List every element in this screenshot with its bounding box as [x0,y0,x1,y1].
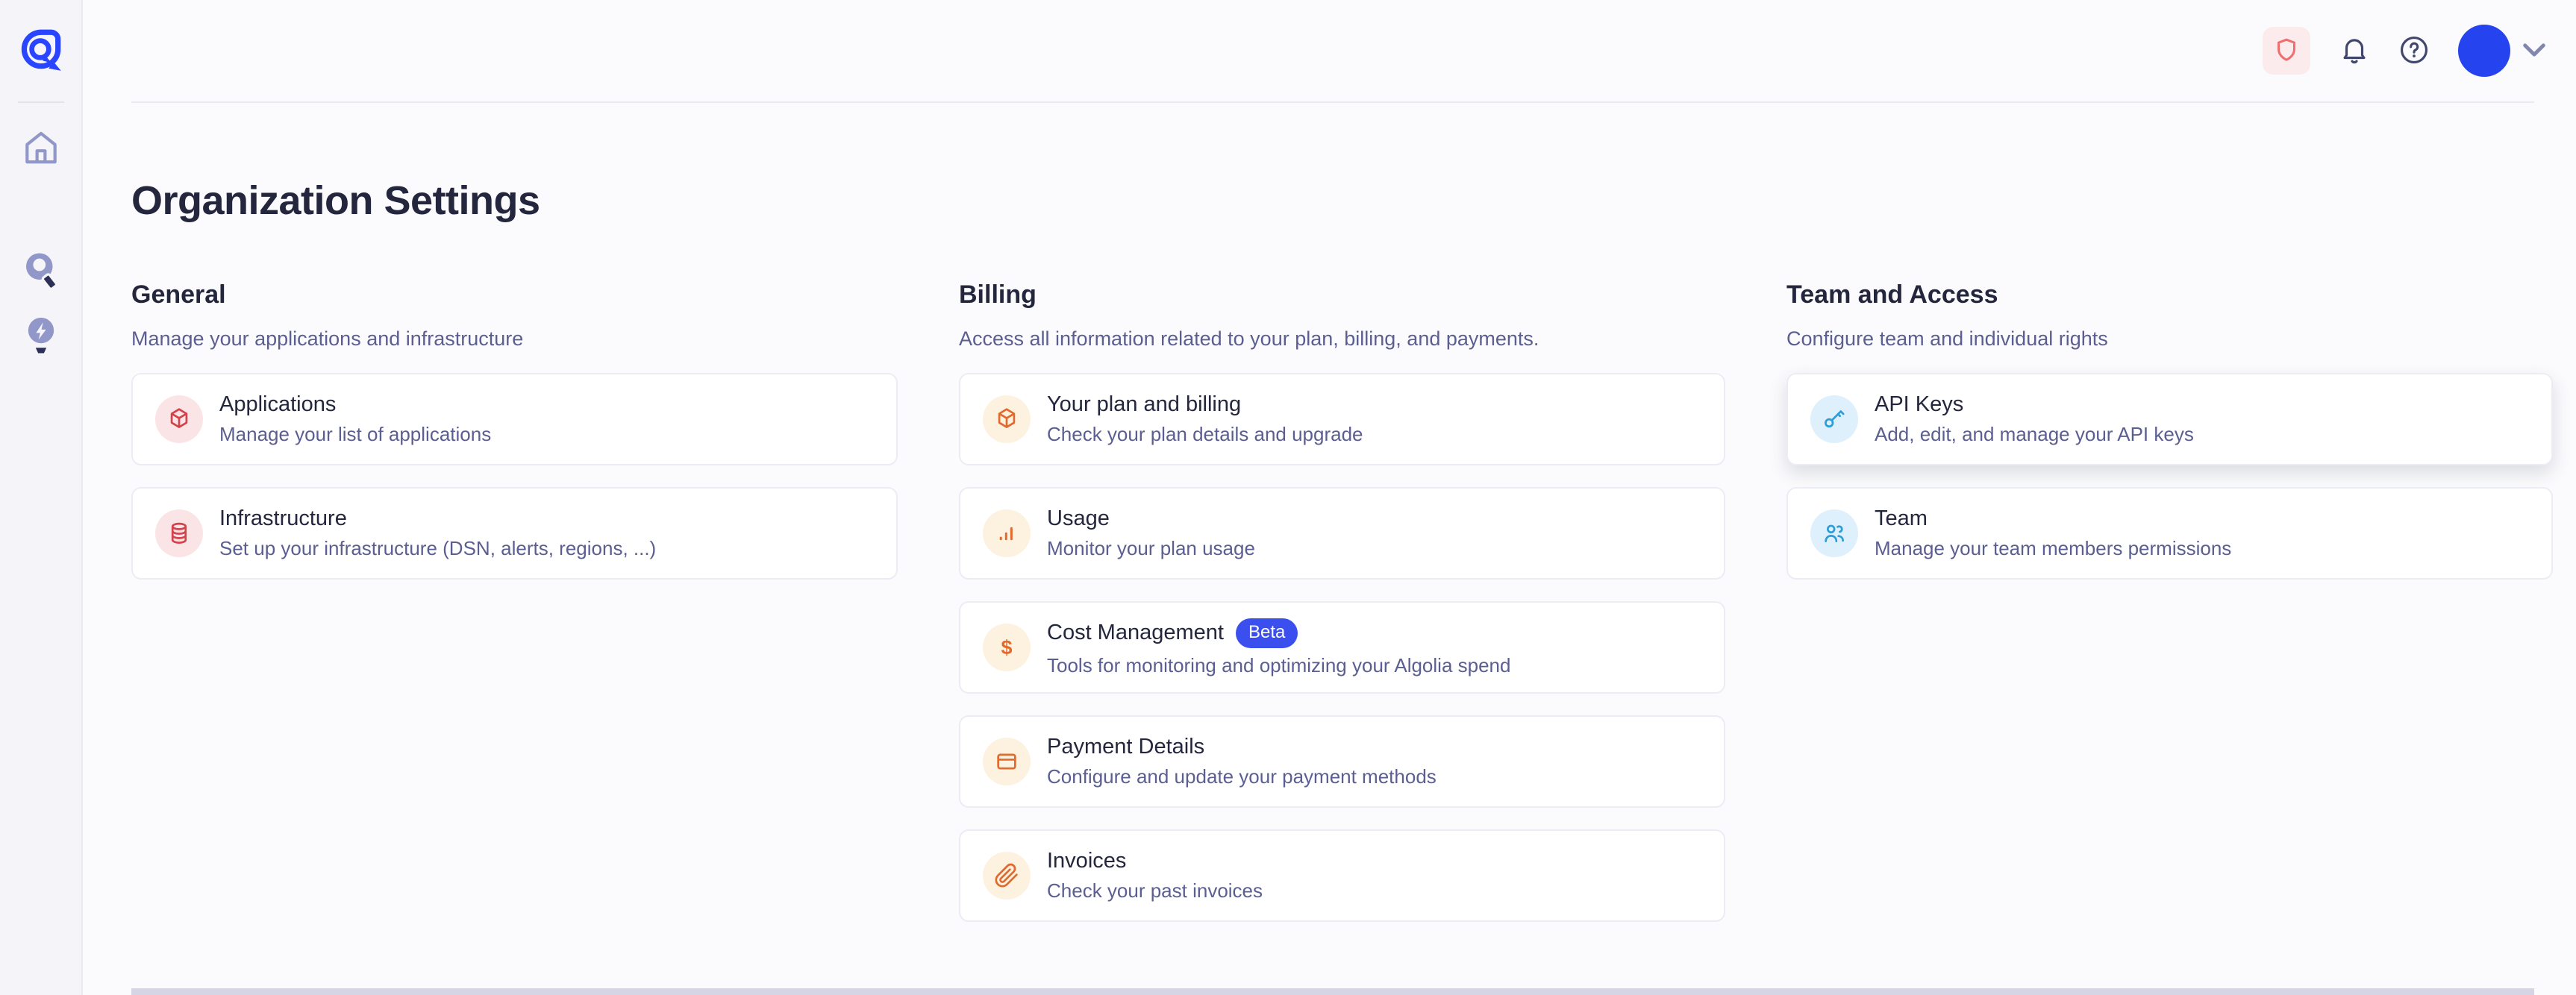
section-subtitle: Manage your applications and infrastruct… [131,327,898,351]
card-subtitle: Configure and update your payment method… [1047,765,1437,788]
card-title: Invoices [1047,849,1126,873]
card-title: Cost Management [1047,621,1224,645]
settings-card-applications[interactable]: Applications Manage your list of applica… [131,373,898,465]
card-subtitle: Tools for monitoring and optimizing your… [1047,654,1510,677]
home-icon [20,127,62,171]
notifications-button[interactable] [2339,34,2370,69]
sidebar-item-search[interactable] [21,250,61,297]
card-title: Your plan and billing [1047,392,1241,417]
section-general: General Manage your applications and inf… [131,280,898,580]
section-title: Team and Access [1786,280,2553,310]
settings-card-usage[interactable]: Usage Monitor your plan usage [959,487,1725,580]
settings-card-your-plan-and-billing[interactable]: Your plan and billing Check your plan de… [959,373,1725,465]
main-content: Organization Settings General Manage you… [83,103,2576,995]
recommend-product-icon [21,315,61,363]
settings-card-cost-management[interactable]: $ Cost Management Beta Tools for monitor… [959,601,1725,694]
card-subtitle: Check your plan details and upgrade [1047,423,1363,446]
svg-text:$: $ [1001,636,1013,659]
credit-card-icon [983,738,1031,785]
card-title: Applications [219,392,336,417]
card-subtitle: Add, edit, and manage your API keys [1875,423,2194,446]
avatar [2458,25,2510,77]
chevron-down-icon [2522,43,2546,60]
card-title: Payment Details [1047,735,1204,759]
settings-card-api-keys[interactable]: API Keys Add, edit, and manage your API … [1786,373,2553,465]
sidebar-item-home[interactable] [20,127,62,171]
shield-icon [2273,36,2300,66]
card-subtitle: Manage your list of applications [219,423,491,446]
paperclip-icon [983,852,1031,900]
settings-card-invoices[interactable]: Invoices Check your past invoices [959,829,1725,922]
card-subtitle: Manage your team members permissions [1875,537,2231,560]
section-billing: Billing Access all information related t… [959,280,1725,922]
topbar [83,0,2576,103]
search-product-icon [21,250,61,297]
card-title: Usage [1047,506,1110,531]
section-title: Billing [959,280,1725,310]
section-title: General [131,280,898,310]
bell-icon [2339,34,2370,69]
card-list: API Keys Add, edit, and manage your API … [1786,373,2553,580]
help-icon [2398,34,2430,68]
settings-card-payment-details[interactable]: Payment Details Configure and update you… [959,715,1725,808]
sidebar-divider [18,101,64,103]
box-icon [155,395,203,443]
sections-grid: General Manage your applications and inf… [131,280,2576,922]
security-shield-button[interactable] [2263,27,2310,75]
bar-chart-icon [983,509,1031,557]
algolia-logo[interactable] [0,0,81,101]
settings-card-infrastructure[interactable]: Infrastructure Set up your infrastructur… [131,487,898,580]
account-menu[interactable] [2458,25,2546,77]
database-icon [155,509,203,557]
section-team-and-access: Team and Access Configure team and indiv… [1786,280,2553,580]
card-list: Your plan and billing Check your plan de… [959,373,1725,922]
card-subtitle: Monitor your plan usage [1047,537,1255,560]
people-icon [1810,509,1858,557]
card-title: Team [1875,506,1928,531]
settings-card-team[interactable]: Team Manage your team members permission… [1786,487,2553,580]
card-title: API Keys [1875,392,1963,417]
card-subtitle: Set up your infrastructure (DSN, alerts,… [219,537,656,560]
sidebar-item-recommend[interactable] [21,315,61,363]
page-title: Organization Settings [131,178,2576,224]
card-list: Applications Manage your list of applica… [131,373,898,580]
help-button[interactable] [2398,34,2430,68]
card-title: Infrastructure [219,506,347,531]
horizontal-scrollbar[interactable] [131,988,2534,995]
sidebar [0,0,83,995]
beta-badge: Beta [1236,618,1298,648]
section-subtitle: Configure team and individual rights [1786,327,2553,351]
topbar-actions [2263,0,2546,101]
section-subtitle: Access all information related to your p… [959,327,1725,351]
box-icon [983,395,1031,443]
card-subtitle: Check your past invoices [1047,879,1263,903]
dollar-icon: $ [983,624,1031,671]
key-icon [1810,395,1858,443]
